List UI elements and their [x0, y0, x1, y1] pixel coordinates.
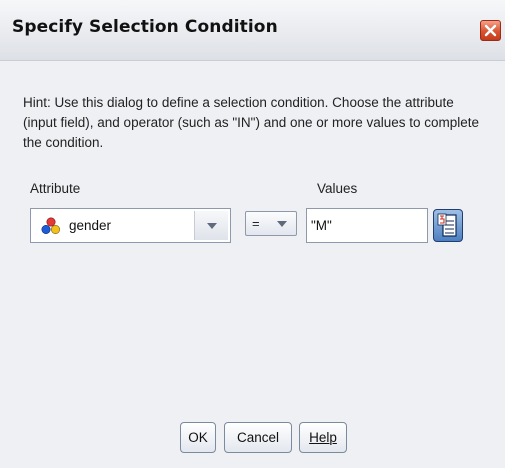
- values-input[interactable]: [306, 208, 428, 243]
- dialog-body: Hint: Use this dialog to define a select…: [0, 61, 505, 468]
- attribute-label: Attribute: [30, 181, 81, 196]
- cancel-button[interactable]: Cancel: [224, 422, 292, 453]
- chevron-down-icon: [277, 221, 287, 227]
- dialog-title: Specify Selection Condition: [12, 17, 278, 37]
- hint-text: Hint: Use this dialog to define a select…: [23, 95, 480, 150]
- nominal-field-icon: [41, 217, 60, 234]
- attribute-dropdown-arrow[interactable]: [194, 211, 228, 240]
- chevron-down-icon: [207, 223, 217, 229]
- values-label: Values: [317, 181, 358, 196]
- operator-dropdown[interactable]: =: [245, 211, 297, 236]
- value-picker-button[interactable]: [433, 209, 463, 242]
- selection-condition-dialog: Specify Selection Condition Hint: Use th…: [0, 0, 505, 468]
- attribute-dropdown[interactable]: gender: [30, 208, 231, 243]
- operator-selected-value: =: [252, 216, 260, 231]
- attribute-selected-value: gender: [69, 218, 112, 233]
- close-icon: [484, 24, 497, 37]
- value-list-icon: [437, 213, 457, 237]
- close-button[interactable]: [480, 20, 501, 41]
- help-button[interactable]: Help: [299, 422, 347, 453]
- ok-button[interactable]: OK: [180, 422, 216, 453]
- title-bar: Specify Selection Condition: [0, 0, 505, 61]
